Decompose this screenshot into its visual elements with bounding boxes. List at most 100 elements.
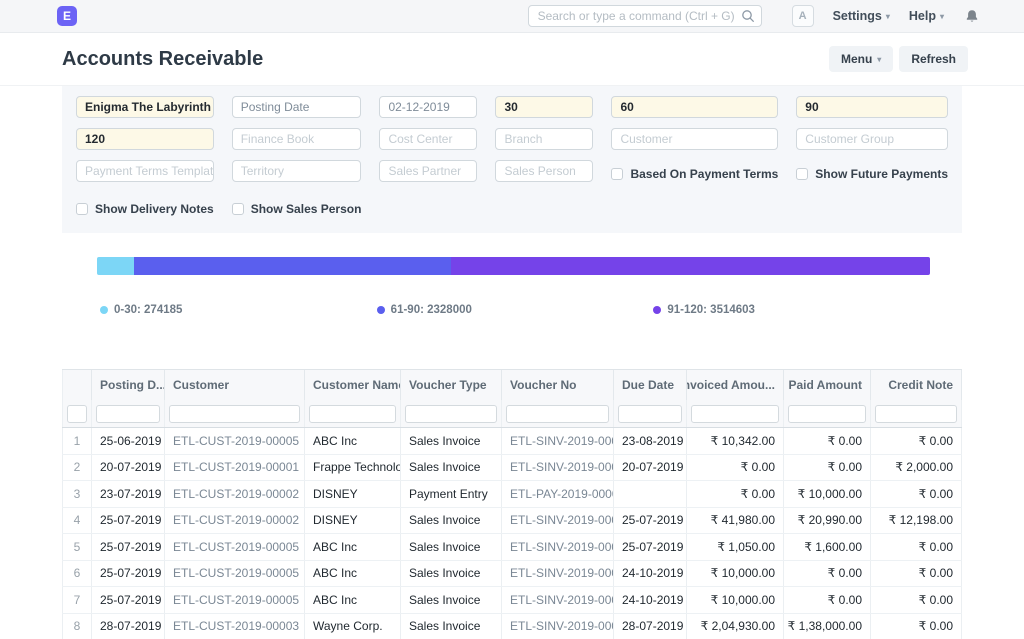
search-input[interactable]	[527, 5, 762, 27]
finance-book-filter[interactable]: Finance Book	[231, 128, 362, 150]
table-row[interactable]: 8 28-07-2019 ETL-CUST-2019-00003 Wayne Corp…	[62, 613, 962, 639]
due-date-column-filter[interactable]	[618, 404, 682, 423]
sales-person-filter[interactable]: Sales Person	[495, 160, 594, 182]
bar-segment-61-90[interactable]	[134, 257, 452, 275]
user-avatar[interactable]: A	[791, 5, 814, 27]
bar-segment-0-30[interactable]	[97, 257, 135, 275]
table-row[interactable]: 4 25-07-2019 ETL-CUST-2019-00002 DISNEY Sale…	[62, 507, 962, 534]
cell-text: ABC Inc	[313, 539, 358, 554]
cell-credit-note: ₹ 0.00	[871, 613, 962, 639]
ageing-range-1-filter[interactable]: 30	[495, 96, 594, 118]
checkbox-icon[interactable]	[76, 203, 88, 215]
based-on-payment-terms-checkbox[interactable]: Based On Payment Terms	[611, 163, 778, 185]
checkbox-icon[interactable]	[796, 168, 809, 180]
column-header-paid-amount[interactable]: Paid Amount	[784, 370, 871, 400]
column-header-customer[interactable]: Customer	[165, 370, 305, 400]
cell-customer: ETL-CUST-2019-00005	[165, 428, 305, 454]
chevron-down-icon: ▾	[885, 11, 890, 21]
checkbox-icon[interactable]	[611, 168, 624, 180]
cell-customer-name: DISNEY	[305, 481, 401, 507]
report-date-filter[interactable]: 02-12-2019	[379, 96, 478, 118]
cell-voucher-type: Sales Invoice	[401, 428, 502, 454]
table-row[interactable]: 5 25-07-2019 ETL-CUST-2019-00005 ABC Inc Sal…	[62, 534, 962, 561]
settings-menu[interactable]: Settings ▾	[833, 9, 890, 23]
chevron-down-icon: ▾	[877, 54, 882, 64]
page-header: Accounts Receivable Menu ▾ Refresh	[0, 33, 1024, 86]
checkbox-icon[interactable]	[231, 203, 244, 215]
cost-center-filter[interactable]: Cost Center	[379, 128, 478, 150]
table-row[interactable]: 3 23-07-2019 ETL-CUST-2019-00002 DISNEY Paym…	[62, 481, 962, 508]
table-row[interactable]: 1 25-06-2019 ETL-CUST-2019-00005 ABC Inc Sal…	[62, 428, 962, 455]
checkbox-label: Based On Payment Terms	[630, 167, 779, 181]
column-header-due-date[interactable]: Due Date	[614, 370, 687, 400]
territory-filter[interactable]: Territory	[231, 160, 362, 182]
posting-date-column-filter[interactable]	[96, 404, 160, 423]
ageing-range-2-filter[interactable]: 60	[611, 96, 779, 118]
filter-text: 120	[85, 132, 106, 146]
help-menu[interactable]: Help ▾	[909, 9, 944, 23]
cell-text: 20-07-2019	[100, 460, 162, 475]
column-header-posting-date[interactable]: Posting D...	[92, 370, 165, 400]
table-body: 1 25-06-2019 ETL-CUST-2019-00005 ABC Inc Sal…	[62, 428, 962, 639]
customer-group-filter[interactable]: Customer Group	[796, 128, 948, 150]
customer-column-filter[interactable]	[169, 404, 300, 423]
column-header-invoiced-amount[interactable]: Invoiced Amou...	[687, 370, 784, 400]
cell-text: ₹ 0.00	[827, 433, 862, 448]
column-header-voucher-type[interactable]: Voucher Type	[401, 370, 502, 400]
cell-invoiced-amount: ₹ 2,04,930.00	[687, 613, 784, 639]
cell-text: ₹ 20,990.00	[797, 513, 862, 528]
table-row[interactable]: 6 25-07-2019 ETL-CUST-2019-00005 ABC Inc Sal…	[62, 560, 962, 587]
cell-due-date: 28-07-2019	[614, 613, 687, 639]
bar-segment-91-120[interactable]	[451, 257, 930, 275]
cell-text: 24-10-2019	[622, 592, 684, 607]
invoiced-amount-column-filter[interactable]	[691, 404, 779, 423]
legend-label: 91-120: 3514603	[667, 304, 755, 316]
sales-partner-filter[interactable]: Sales Partner	[379, 160, 478, 182]
cell-text: 25-07-2019	[100, 513, 162, 528]
cell-invoiced-amount: ₹ 10,000.00	[687, 560, 784, 586]
help-label: Help	[908, 9, 936, 23]
refresh-button[interactable]: Refresh	[899, 46, 968, 72]
cell-text: 28-07-2019	[622, 619, 684, 634]
payment-terms-template-filter[interactable]: Payment Terms Template	[76, 160, 214, 182]
menu-button[interactable]: Menu ▾	[828, 46, 894, 72]
cell-text: 3	[73, 486, 81, 501]
company-filter[interactable]: Enigma The Labyrinth	[76, 96, 214, 118]
cell-voucher-no: ETL-SINV-2019-00039	[502, 587, 614, 613]
table-row[interactable]: 2 20-07-2019 ETL-CUST-2019-00001 Frappe Tec…	[62, 454, 962, 481]
checkbox-label: Show Future Payments	[815, 167, 948, 181]
ageing-range-4-filter[interactable]: 120	[76, 128, 214, 150]
cell-credit-note: ₹ 0.00	[871, 481, 962, 507]
show-future-payments-checkbox[interactable]: Show Future Payments	[796, 163, 948, 185]
column-header-label: Invoiced Amou...	[687, 378, 775, 392]
show-sales-person-checkbox[interactable]: Show Sales Person	[231, 198, 361, 220]
column-header-credit-note[interactable]: Credit Note	[871, 370, 962, 400]
page-title: Accounts Receivable	[62, 47, 264, 70]
ageing-based-on-filter[interactable]: Posting Date	[231, 96, 362, 118]
cell-credit-note: ₹ 2,000.00	[871, 454, 962, 480]
cell-text: 5	[73, 539, 81, 554]
paid-amount-column-filter[interactable]	[788, 404, 866, 423]
customer-name-column-filter[interactable]	[309, 404, 396, 423]
column-filter-cell-paid-amount	[784, 400, 871, 427]
customer-filter[interactable]: Customer	[611, 128, 779, 150]
cell-credit-note: ₹ 0.00	[871, 534, 962, 560]
column-header-customer-name[interactable]: Customer Name	[305, 370, 401, 400]
credit-note-column-filter[interactable]	[875, 404, 957, 423]
row-index-column-filter[interactable]	[67, 404, 87, 423]
column-header-voucher-no[interactable]: Voucher No	[502, 370, 614, 400]
branch-filter[interactable]: Branch	[495, 128, 594, 150]
voucher-no-column-filter[interactable]	[506, 404, 609, 423]
cell-posting-date: 25-07-2019	[92, 560, 165, 586]
notifications-bell-icon[interactable]	[965, 9, 979, 24]
cell-text: Sales Invoice	[409, 566, 481, 581]
cell-row-index: 2	[62, 454, 92, 480]
show-delivery-notes-checkbox[interactable]: Show Delivery Notes	[76, 198, 214, 220]
table-row[interactable]: 7 25-07-2019 ETL-CUST-2019-00005 ABC Inc Sal…	[62, 587, 962, 614]
ageing-range-3-filter[interactable]: 90	[796, 96, 948, 118]
column-header-row-index[interactable]	[62, 370, 92, 400]
cell-text: ETL-CUST-2019-00001	[173, 460, 300, 475]
global-search[interactable]	[527, 5, 762, 27]
voucher-type-column-filter[interactable]	[405, 404, 497, 423]
app-logo[interactable]: E	[57, 6, 77, 26]
